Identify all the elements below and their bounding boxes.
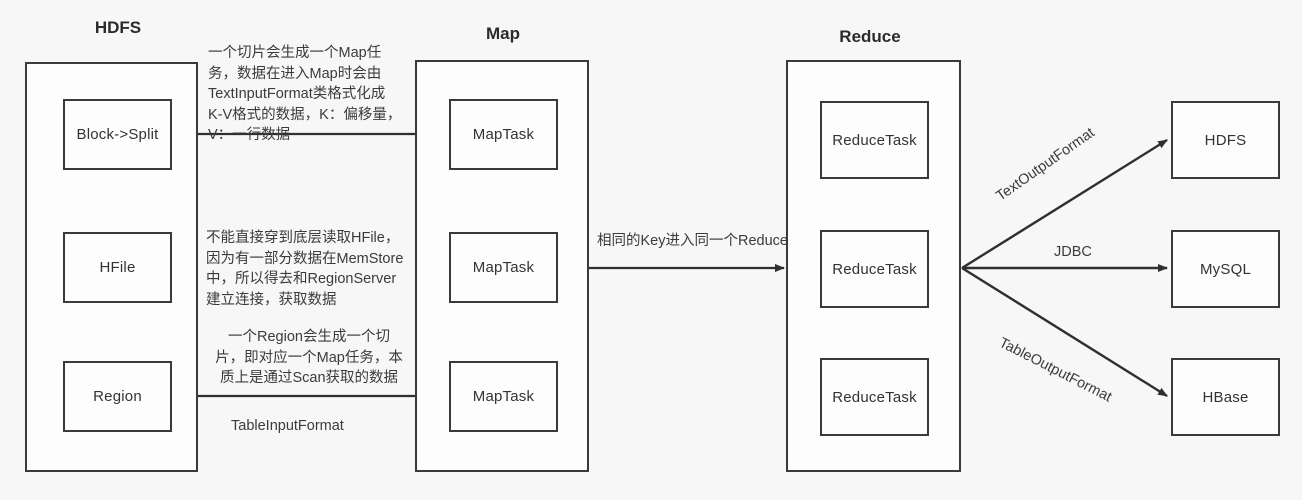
node-label: MapTask [472, 259, 535, 276]
node-label: HFile [99, 259, 136, 276]
group-title-map: Map [486, 24, 520, 43]
node-reducetask-2[interactable]: ReduceTask [820, 230, 929, 308]
note-region-split: 一个Region会生成一个切 片，即对应一个Map任务，本 质上是通过Scan获… [215, 329, 403, 387]
node-label: MySQL [1199, 260, 1251, 278]
node-output-hbase[interactable]: HBase [1171, 358, 1280, 436]
node-label: Region [93, 388, 142, 405]
diagram-canvas: HDFS Map Reduce Block->Split HFile Regio… [0, 0, 1302, 500]
note-split-to-map: 一个切片会生成一个Map任 务，数据在进入Map时会由 TextInputFor… [208, 45, 402, 144]
node-output-mysql[interactable]: MySQL [1171, 230, 1280, 308]
node-reducetask-1[interactable]: ReduceTask [820, 101, 929, 179]
group-title-reduce: Reduce [839, 27, 901, 46]
node-label: HDFS [1204, 131, 1247, 149]
node-output-hdfs[interactable]: HDFS [1171, 101, 1280, 179]
node-label: ReduceTask [832, 260, 917, 278]
node-label: ReduceTask [832, 131, 917, 149]
node-region[interactable]: Region [63, 361, 172, 432]
node-label: MapTask [472, 126, 535, 143]
node-reducetask-3[interactable]: ReduceTask [820, 358, 929, 436]
node-maptask-1[interactable]: MapTask [449, 99, 558, 170]
edge-label-jdbc: JDBC [1054, 244, 1092, 260]
node-label: Block->Split [76, 126, 159, 143]
node-label: MapTask [472, 388, 535, 405]
edge-label-text-output-format: TextOutputFormat [993, 124, 1098, 205]
edge-label-same-key-to-reduce: 相同的Key进入同一个Reduce [597, 233, 788, 249]
node-block-split[interactable]: Block->Split [63, 99, 172, 170]
edge-label-table-output-format: TableOutputFormat [996, 334, 1115, 406]
note-hfile-memstore: 不能直接穿到底层读取HFile， 因为有一部分数据在MemStore 中，所以得… [206, 230, 404, 308]
group-title-hdfs: HDFS [94, 18, 142, 37]
node-maptask-3[interactable]: MapTask [449, 361, 558, 432]
node-label: HBase [1202, 388, 1249, 406]
node-maptask-2[interactable]: MapTask [449, 232, 558, 303]
node-label: ReduceTask [832, 388, 917, 406]
edge-label-table-input-format: TableInputFormat [231, 418, 344, 434]
node-hfile[interactable]: HFile [63, 232, 172, 303]
